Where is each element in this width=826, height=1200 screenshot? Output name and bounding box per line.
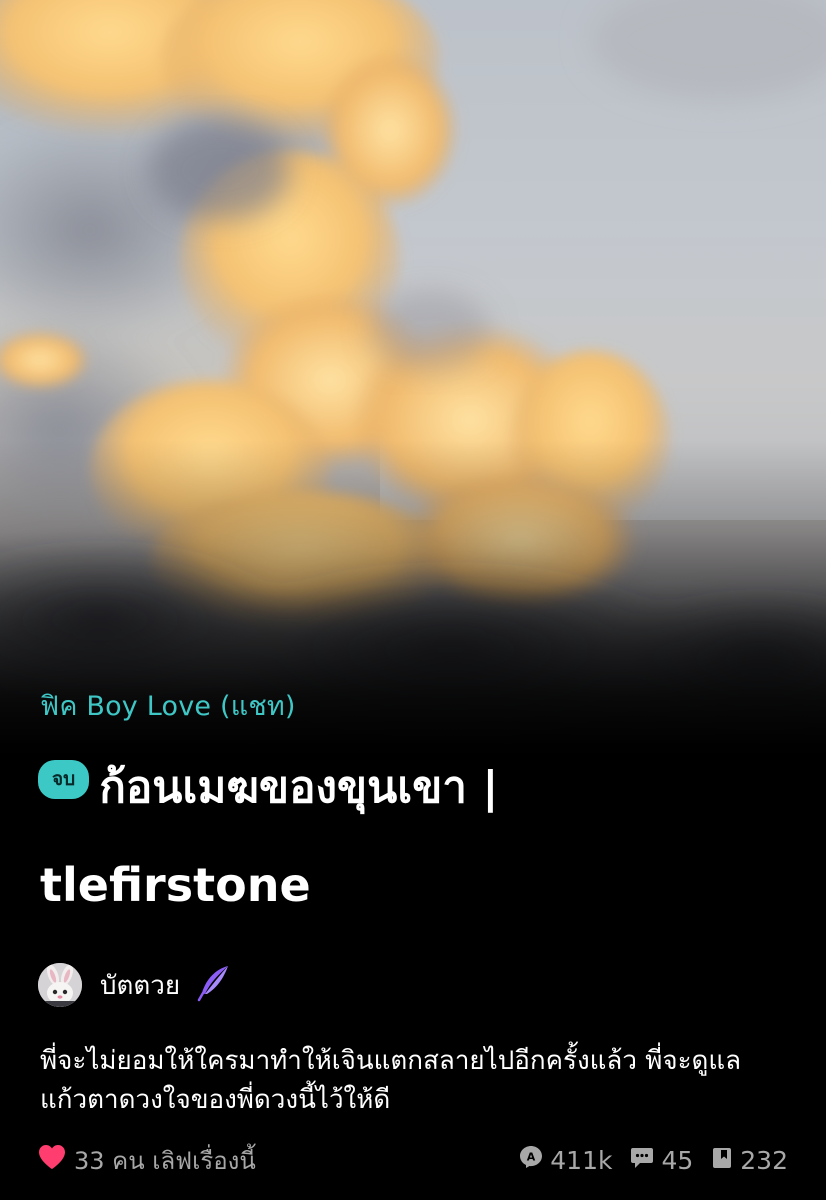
svg-text:A: A	[527, 1151, 536, 1164]
love-count-text: 33 คน เลิฟเรื่องนี้	[74, 1146, 256, 1175]
chapters-stat: 232	[711, 1146, 788, 1175]
stats-group: A 411k 45 232	[501, 1145, 788, 1175]
quill-icon	[194, 963, 234, 1007]
comments-count: 45	[661, 1145, 694, 1175]
comments-stat: 45	[630, 1146, 693, 1175]
chapters-count: 232	[740, 1145, 788, 1175]
author-row[interactable]: บัตตวย	[38, 962, 234, 1008]
completed-badge: จบ	[38, 759, 90, 799]
category-link[interactable]: ฟิค Boy Love (แชท)	[40, 684, 296, 727]
story-page: ฟิค Boy Love (แชท) จบ ก้อนเมฆของขุนเขา | …	[0, 0, 826, 1200]
bunny-avatar[interactable]	[38, 963, 82, 1007]
cover-image	[0, 0, 826, 760]
title-line-1: ก้อนเมฆของขุนเขา |	[99, 762, 499, 813]
views-icon: A	[519, 1145, 550, 1175]
heart-icon	[38, 1144, 74, 1176]
views-count: 411k	[550, 1145, 613, 1175]
story-description: พี่จะไม่ยอมให้ใครมาทำให้เจินแตกสลายไปอีก…	[40, 1046, 742, 1115]
story-title: จบ ก้อนเมฆของขุนเขา |	[38, 752, 798, 822]
book-icon	[711, 1146, 740, 1175]
author-name[interactable]: บัตตวย	[100, 965, 180, 1006]
love-button[interactable]: 33 คน เลิฟเรื่องนี้	[38, 1141, 256, 1180]
comment-icon	[630, 1146, 661, 1175]
views-stat: A 411k	[519, 1145, 612, 1175]
story-stats-bar: 33 คน เลิฟเรื่องนี้ A 411k 45 232	[38, 1140, 788, 1180]
title-line-2: tlefirstone	[40, 858, 311, 912]
